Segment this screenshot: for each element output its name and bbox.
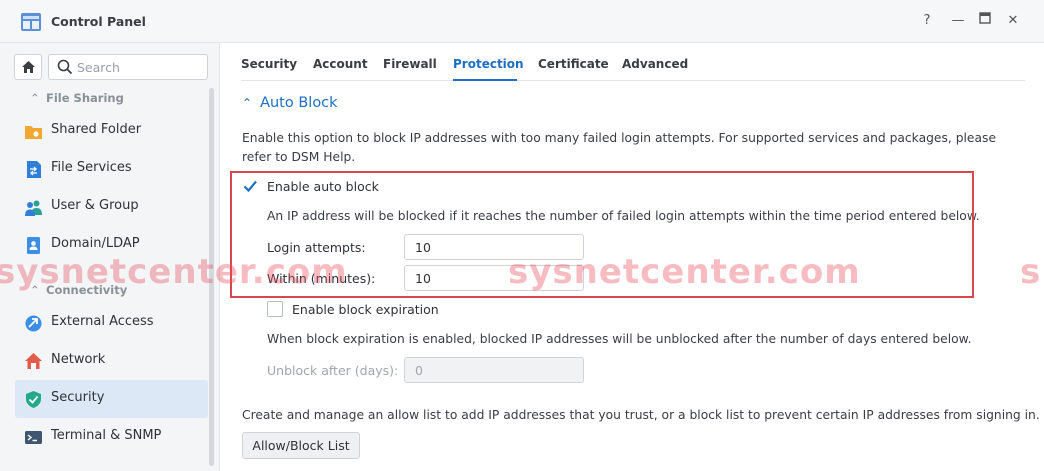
chevron-up-icon: ⌃ <box>30 283 40 297</box>
highlight-box <box>230 171 974 298</box>
main-content: Security Account Firewall Protection Cer… <box>221 43 1044 471</box>
search-input[interactable] <box>77 58 202 76</box>
enable-block-expiration-checkbox[interactable] <box>267 301 283 317</box>
active-tab-indicator <box>453 79 517 81</box>
search-box[interactable] <box>48 54 208 80</box>
tab-account[interactable]: Account <box>313 57 368 71</box>
external-access-icon <box>25 315 42 332</box>
tab-security[interactable]: Security <box>241 57 297 71</box>
sidebar: ⌃File Sharing Shared Folder File Service… <box>0 43 220 471</box>
sidebar-item-label: Terminal & SNMP <box>51 428 162 443</box>
sidebar-item-label: Network <box>51 352 106 367</box>
unblock-after-input <box>404 357 584 383</box>
tab-certificate[interactable]: Certificate <box>538 57 609 71</box>
section-connectivity[interactable]: ⌃ Connectivity <box>30 283 127 297</box>
section-file-sharing[interactable]: ⌃ File Sharing <box>30 91 124 105</box>
sidebar-item-terminal-snmp[interactable]: Terminal & SNMP <box>15 418 208 456</box>
title-bar: Control Panel ? — ✕ <box>0 0 1044 43</box>
chevron-up-icon: ⌃ <box>242 96 253 110</box>
shared-folder-icon <box>25 126 42 139</box>
tab-advanced[interactable]: Advanced <box>622 57 688 71</box>
auto-block-title: Auto Block <box>260 95 338 111</box>
shield-icon <box>26 391 41 408</box>
auto-block-description: Enable this option to block IP addresses… <box>242 131 997 164</box>
control-panel-window: Control Panel ? — ✕ ⌃File Sharing <box>0 0 1044 471</box>
home-button[interactable] <box>14 54 42 80</box>
sidebar-item-user-group[interactable]: User & Group <box>15 188 208 226</box>
user-group-icon <box>25 200 42 216</box>
block-expiration-hint: When block expiration is enabled, blocke… <box>267 332 972 346</box>
enable-block-expiration-label[interactable]: Enable block expiration <box>292 302 439 317</box>
sidebar-item-label: Security <box>51 390 105 405</box>
close-icon[interactable]: ✕ <box>1004 12 1022 30</box>
maximize-icon[interactable] <box>976 12 994 30</box>
tab-bar: Security Account Firewall Protection Cer… <box>241 43 1025 81</box>
sidebar-item-label: External Access <box>51 314 154 329</box>
control-panel-app-icon <box>21 13 41 31</box>
allow-block-list-button[interactable]: Allow/Block List <box>242 432 360 459</box>
allow-list-description: Create and manage an allow list to add I… <box>242 408 1040 422</box>
sidebar-item-external-access[interactable]: External Access <box>15 304 208 342</box>
sidebar-item-domain-ldap[interactable]: Domain/LDAP <box>15 226 208 264</box>
unblock-after-label: Unblock after (days): <box>267 363 399 378</box>
search-icon <box>57 59 73 75</box>
help-icon[interactable]: ? <box>918 12 936 30</box>
tab-firewall[interactable]: Firewall <box>383 57 437 71</box>
sidebar-item-label: Shared Folder <box>51 122 142 137</box>
terminal-icon <box>25 431 42 444</box>
sidebar-scrollbar[interactable] <box>209 88 214 466</box>
home-icon <box>21 61 35 73</box>
sidebar-item-file-services[interactable]: File Services <box>15 150 208 188</box>
sidebar-item-label: User & Group <box>51 198 139 213</box>
auto-block-header[interactable]: ⌃ Auto Block <box>242 95 338 111</box>
sidebar-item-label: Domain/LDAP <box>51 236 140 251</box>
network-icon <box>25 353 42 369</box>
window-title: Control Panel <box>51 14 146 29</box>
sidebar-item-shared-folder[interactable]: Shared Folder <box>15 112 208 150</box>
chevron-up-icon: ⌃ <box>30 91 40 105</box>
sidebar-item-network[interactable]: Network <box>15 342 208 380</box>
sidebar-item-label: File Services <box>51 160 132 175</box>
domain-ldap-icon <box>27 237 40 254</box>
minimize-icon[interactable]: — <box>949 12 967 30</box>
file-services-icon <box>27 161 41 178</box>
tab-protection[interactable]: Protection <box>453 57 524 71</box>
sidebar-item-security[interactable]: Security <box>15 380 208 418</box>
